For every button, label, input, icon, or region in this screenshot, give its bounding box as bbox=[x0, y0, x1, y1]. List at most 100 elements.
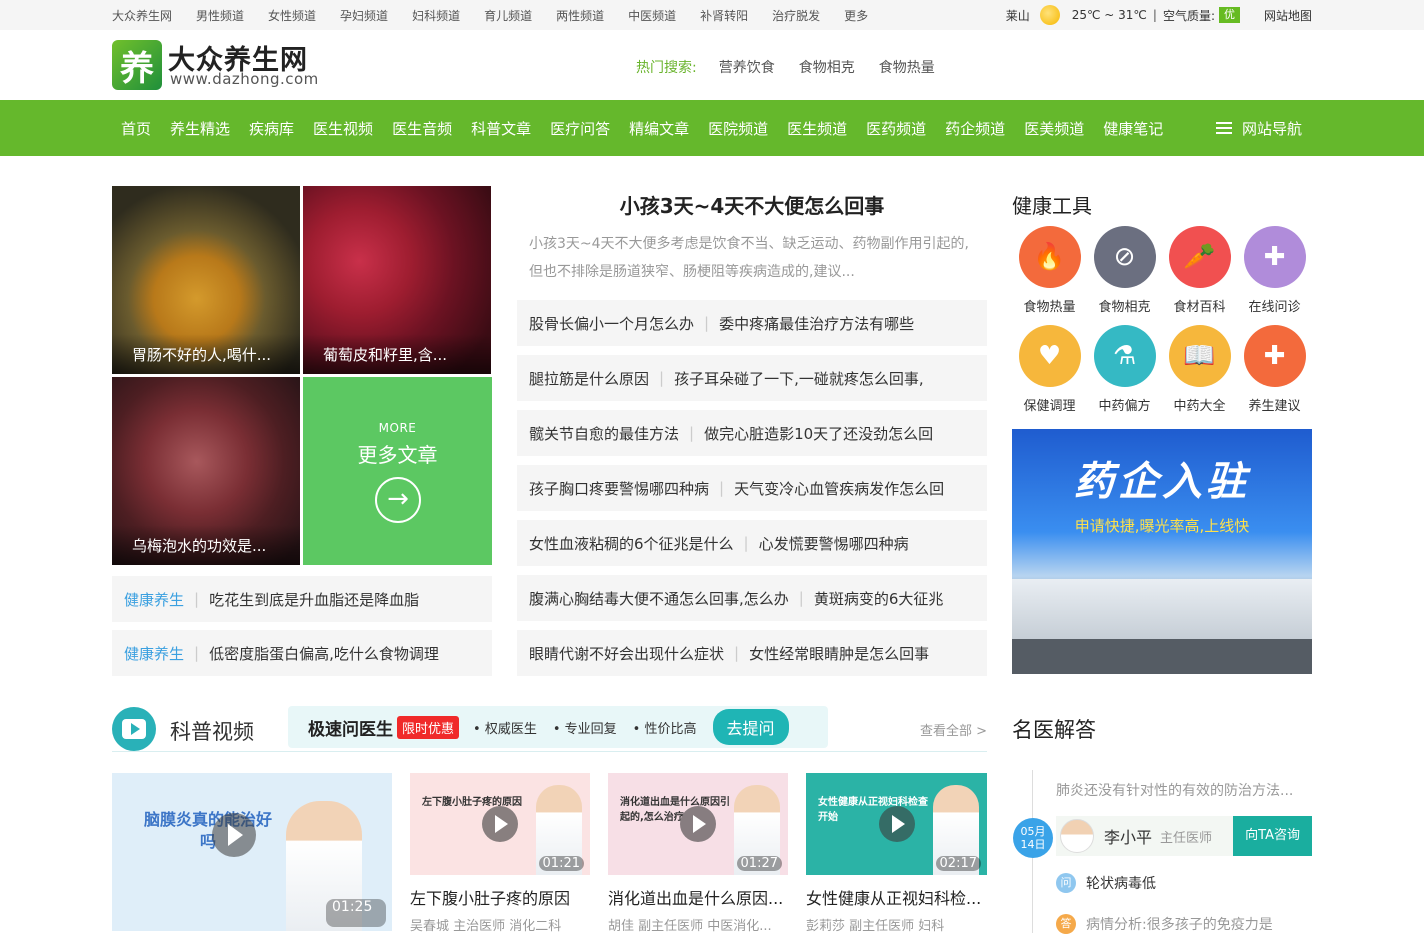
channel-link[interactable]: 治疗脱发 bbox=[772, 7, 820, 24]
tool-label: 中药偏方 bbox=[1098, 399, 1151, 414]
nav-item[interactable]: 健康笔记 bbox=[1103, 118, 1163, 139]
news-link[interactable]: 天气变冷心血管疾病发作怎么回 bbox=[734, 478, 944, 499]
news-link[interactable]: 髋关节自愈的最佳方法 bbox=[529, 423, 679, 444]
headline-summary: 小孩3天~4天不大便多考虑是饮食不当、缺乏运动、药物副作用引起的,但也不排除是肠… bbox=[529, 236, 969, 280]
answer-row[interactable]: 答 病情分析:很多孩子的免疫力是 bbox=[1056, 914, 1273, 934]
tool-herbal-encyclopedia[interactable]: 📖 中药大全 bbox=[1162, 325, 1237, 414]
news-link[interactable]: 委中疼痛最佳治疗方法有哪些 bbox=[719, 313, 914, 334]
video-title[interactable]: 左下腹小肚子疼的原因 bbox=[410, 885, 590, 909]
video-title[interactable]: 消化道出血是什么原因... bbox=[608, 885, 788, 909]
nav-item[interactable]: 药企频道 bbox=[945, 118, 1005, 139]
channel-link[interactable]: 大众养生网 bbox=[112, 7, 172, 24]
category-tag[interactable]: 健康养生 bbox=[124, 589, 184, 610]
play-icon[interactable] bbox=[680, 806, 716, 842]
featured-tile[interactable]: 胃肠不好的人,喝什... bbox=[112, 186, 300, 374]
featured-video[interactable]: 脑膜炎真的能治好吗 01:25 bbox=[112, 773, 392, 931]
play-icon[interactable] bbox=[482, 806, 518, 842]
news-link[interactable]: 黄斑病变的6大征兆 bbox=[814, 588, 944, 609]
chat-icon: ✚ bbox=[1243, 226, 1306, 288]
logo-mark[interactable]: 养 bbox=[112, 40, 162, 90]
news-link[interactable]: 孩子耳朵碰了一下,一碰就疼怎么回事, bbox=[674, 368, 924, 389]
video-thumbnail[interactable]: 消化道出血是什么原因引起的,怎么治疗 01:27 bbox=[608, 773, 788, 875]
news-link[interactable]: 腿拉筋是什么原因 bbox=[529, 368, 649, 389]
site-nav-button[interactable]: 网站导航 bbox=[1216, 100, 1302, 156]
nav-item[interactable]: 医生音频 bbox=[392, 118, 452, 139]
nav-item[interactable]: 医疗问答 bbox=[550, 118, 610, 139]
ask-button[interactable]: 去提问 bbox=[712, 709, 789, 745]
more-link[interactable]: 更多 bbox=[844, 7, 868, 24]
nav-item[interactable]: 科普文章 bbox=[471, 118, 531, 139]
news-link[interactable]: 心发慌要警惕哪四种病 bbox=[759, 533, 909, 554]
channel-link[interactable]: 两性频道 bbox=[556, 7, 604, 24]
channel-link[interactable]: 男性频道 bbox=[196, 7, 244, 24]
advertisement-banner[interactable]: 药企入驻 申请快捷,曝光率高,上线快 bbox=[1012, 429, 1312, 674]
article-title[interactable]: 低密度脂蛋白偏高,吃什么食物调理 bbox=[209, 643, 439, 664]
nav-item[interactable]: 医生频道 bbox=[787, 118, 847, 139]
channel-link[interactable]: 补肾转阳 bbox=[700, 7, 748, 24]
video-card[interactable]: 消化道出血是什么原因引起的,怎么治疗 01:27 消化道出血是什么原因... 胡… bbox=[608, 773, 788, 934]
tool-ingredients[interactable]: 🥕 食材百科 bbox=[1162, 226, 1237, 315]
nav-item[interactable]: 精编文章 bbox=[629, 118, 689, 139]
video-card[interactable]: 左下腹小肚子疼的原因 01:21 左下腹小肚子疼的原因 吴春城 主治医师 消化二… bbox=[410, 773, 590, 934]
health-article-row[interactable]: 健康养生 | 低密度脂蛋白偏高,吃什么食物调理 bbox=[112, 630, 492, 676]
news-link[interactable]: 做完心脏造影10天了还没劲怎么回 bbox=[704, 423, 933, 444]
headline-title[interactable]: 小孩3天~4天不大便怎么回事 bbox=[517, 190, 987, 219]
featured-tile[interactable]: 葡萄皮和籽里,含... bbox=[303, 186, 491, 374]
ask-feature: 权威医生 bbox=[473, 718, 537, 737]
video-thumbnail[interactable]: 左下腹小肚子疼的原因 01:21 bbox=[410, 773, 590, 875]
tool-food-conflict[interactable]: ⊘ 食物相克 bbox=[1087, 226, 1162, 315]
channel-link[interactable]: 育儿频道 bbox=[484, 7, 532, 24]
answer-badge: 答 bbox=[1056, 914, 1076, 934]
divider: | bbox=[194, 644, 200, 662]
nav-item-home[interactable]: 首页 bbox=[121, 118, 151, 139]
tool-label: 养生建议 bbox=[1248, 399, 1301, 414]
nav-item[interactable]: 医药频道 bbox=[866, 118, 926, 139]
tool-health-advice[interactable]: ✚ 养生建议 bbox=[1237, 325, 1312, 414]
news-link[interactable]: 女性经常眼睛肿是怎么回事 bbox=[749, 643, 929, 664]
channel-link[interactable]: 妇科频道 bbox=[412, 7, 460, 24]
nav-item[interactable]: 医美频道 bbox=[1024, 118, 1084, 139]
channel-link[interactable]: 女性频道 bbox=[268, 7, 316, 24]
tool-food-calories[interactable]: 🔥 食物热量 bbox=[1012, 226, 1087, 315]
channel-link[interactable]: 中医频道 bbox=[628, 7, 676, 24]
more-articles-tile[interactable]: MORE 更多文章 → bbox=[303, 377, 492, 565]
logo-url: www.dazhong.com bbox=[170, 70, 319, 88]
play-icon[interactable] bbox=[878, 806, 915, 842]
tool-online-consult[interactable]: ✚ 在线问诊 bbox=[1237, 226, 1312, 315]
video-card[interactable]: 女性健康从正视妇科检查开始 02:17 女性健康从正视妇科检... 彭莉莎 副主… bbox=[806, 773, 987, 934]
hot-keyword[interactable]: 营养饮食 bbox=[719, 57, 775, 77]
news-link[interactable]: 孩子胸口疼要警惕哪四种病 bbox=[529, 478, 709, 499]
view-all-link[interactable]: 查看全部 > bbox=[920, 720, 987, 739]
site-header: 养 大众养生网 www.dazhong.com 热门搜索: 营养饮食 食物相克 … bbox=[0, 30, 1424, 100]
previous-question[interactable]: 肺炎还没有针对性的有效的防治方法... bbox=[1056, 780, 1293, 800]
category-tag[interactable]: 健康养生 bbox=[124, 643, 184, 664]
mortar-icon: ⚗ bbox=[1093, 325, 1156, 387]
news-link[interactable]: 股骨长偏小一个月怎么办 bbox=[529, 313, 694, 334]
news-link[interactable]: 眼睛代谢不好会出现什么症状 bbox=[529, 643, 724, 664]
tool-health-care[interactable]: ♥ 保健调理 bbox=[1012, 325, 1087, 414]
channel-link[interactable]: 孕妇频道 bbox=[340, 7, 388, 24]
nav-item[interactable]: 医院频道 bbox=[708, 118, 768, 139]
video-title[interactable]: 女性健康从正视妇科检... bbox=[806, 885, 987, 909]
news-link[interactable]: 女性血液粘稠的6个征兆是什么 bbox=[529, 533, 734, 554]
nav-item[interactable]: 医生视频 bbox=[313, 118, 373, 139]
nav-item[interactable]: 疾病库 bbox=[249, 118, 294, 139]
consult-button[interactable]: 向TA咨询 bbox=[1233, 816, 1312, 856]
cross-icon: ✚ bbox=[1243, 325, 1306, 387]
doctor-name[interactable]: 李小平 bbox=[1104, 824, 1152, 848]
article-title[interactable]: 吃花生到底是升血脂还是降血脂 bbox=[209, 589, 419, 610]
hot-keyword[interactable]: 食物热量 bbox=[879, 57, 935, 77]
video-thumbnail[interactable]: 女性健康从正视妇科检查开始 02:17 bbox=[806, 773, 987, 875]
play-icon[interactable] bbox=[212, 813, 256, 857]
avatar[interactable] bbox=[1060, 819, 1094, 853]
tool-folk-remedy[interactable]: ⚗ 中药偏方 bbox=[1087, 325, 1162, 414]
nav-item[interactable]: 养生精选 bbox=[170, 118, 230, 139]
tile-caption: 乌梅泡水的功效是... bbox=[112, 525, 300, 565]
news-link[interactable]: 腹满心胸结毒大便不通怎么回事,怎么办 bbox=[529, 588, 789, 609]
health-article-row[interactable]: 健康养生 | 吃花生到底是升血脂还是降血脂 bbox=[112, 576, 492, 622]
question-row[interactable]: 问 轮状病毒低 bbox=[1056, 873, 1156, 893]
sitemap-link[interactable]: 网站地图 bbox=[1264, 7, 1312, 24]
featured-tile[interactable]: 乌梅泡水的功效是... bbox=[112, 377, 300, 565]
date-badge: 05月 14日 bbox=[1013, 818, 1053, 858]
hot-keyword[interactable]: 食物相克 bbox=[799, 57, 855, 77]
